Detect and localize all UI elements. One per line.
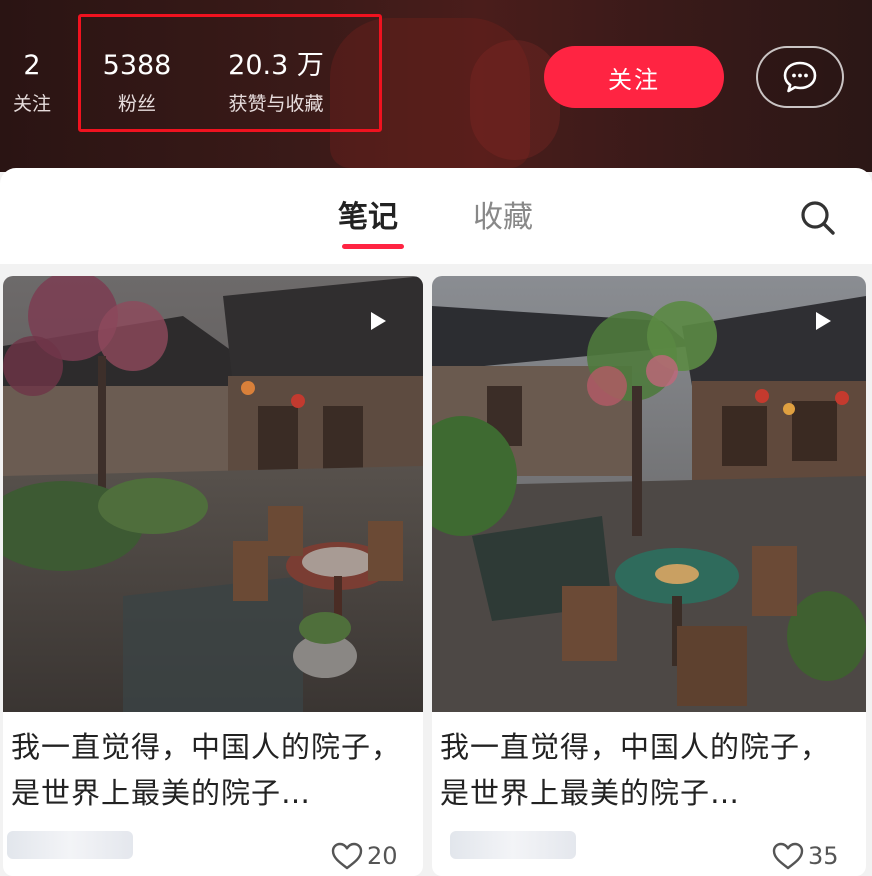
author-info-blurred[interactable] <box>450 831 576 859</box>
video-play-icon <box>371 312 386 330</box>
highlight-annotation-box <box>78 14 382 132</box>
heart-icon[interactable] <box>331 842 363 870</box>
author-info-blurred[interactable] <box>7 831 133 859</box>
following-count: 2 <box>23 50 41 81</box>
note-title[interactable]: 我一直觉得，中国人的院子，是世界上最美的院子… <box>440 724 842 816</box>
search-icon[interactable] <box>798 198 838 238</box>
video-play-icon <box>816 312 831 330</box>
note-cover-image[interactable] <box>3 276 423 712</box>
content-tabs: 笔记 收藏 <box>0 168 872 264</box>
note-title[interactable]: 我一直觉得，中国人的院子，是世界上最美的院子… <box>11 724 413 816</box>
tab-notes[interactable]: 笔记 <box>338 198 398 238</box>
follow-button[interactable]: 关注 <box>544 46 724 108</box>
following-stat[interactable]: 2 关注 <box>6 50 58 116</box>
note-card[interactable]: 我一直觉得，中国人的院子，是世界上最美的院子… 35 <box>432 276 866 876</box>
like-counter[interactable]: 35 <box>772 842 839 870</box>
profile-header: 2 关注 5388 粉丝 20.3 万 获赞与收藏 关注 <box>0 0 872 172</box>
heart-icon[interactable] <box>772 842 804 870</box>
header-background-decoration <box>470 40 560 160</box>
note-cover-image[interactable] <box>432 276 866 712</box>
chat-bubble-icon <box>783 61 817 93</box>
message-button[interactable] <box>756 46 844 108</box>
note-card[interactable]: 我一直觉得，中国人的院子，是世界上最美的院子… 20 <box>3 276 423 876</box>
tab-collections[interactable]: 收藏 <box>473 198 533 238</box>
like-count: 20 <box>367 842 398 870</box>
following-label: 关注 <box>12 93 51 115</box>
active-tab-indicator <box>342 244 404 249</box>
like-counter[interactable]: 20 <box>331 842 398 870</box>
like-count: 35 <box>808 842 839 870</box>
